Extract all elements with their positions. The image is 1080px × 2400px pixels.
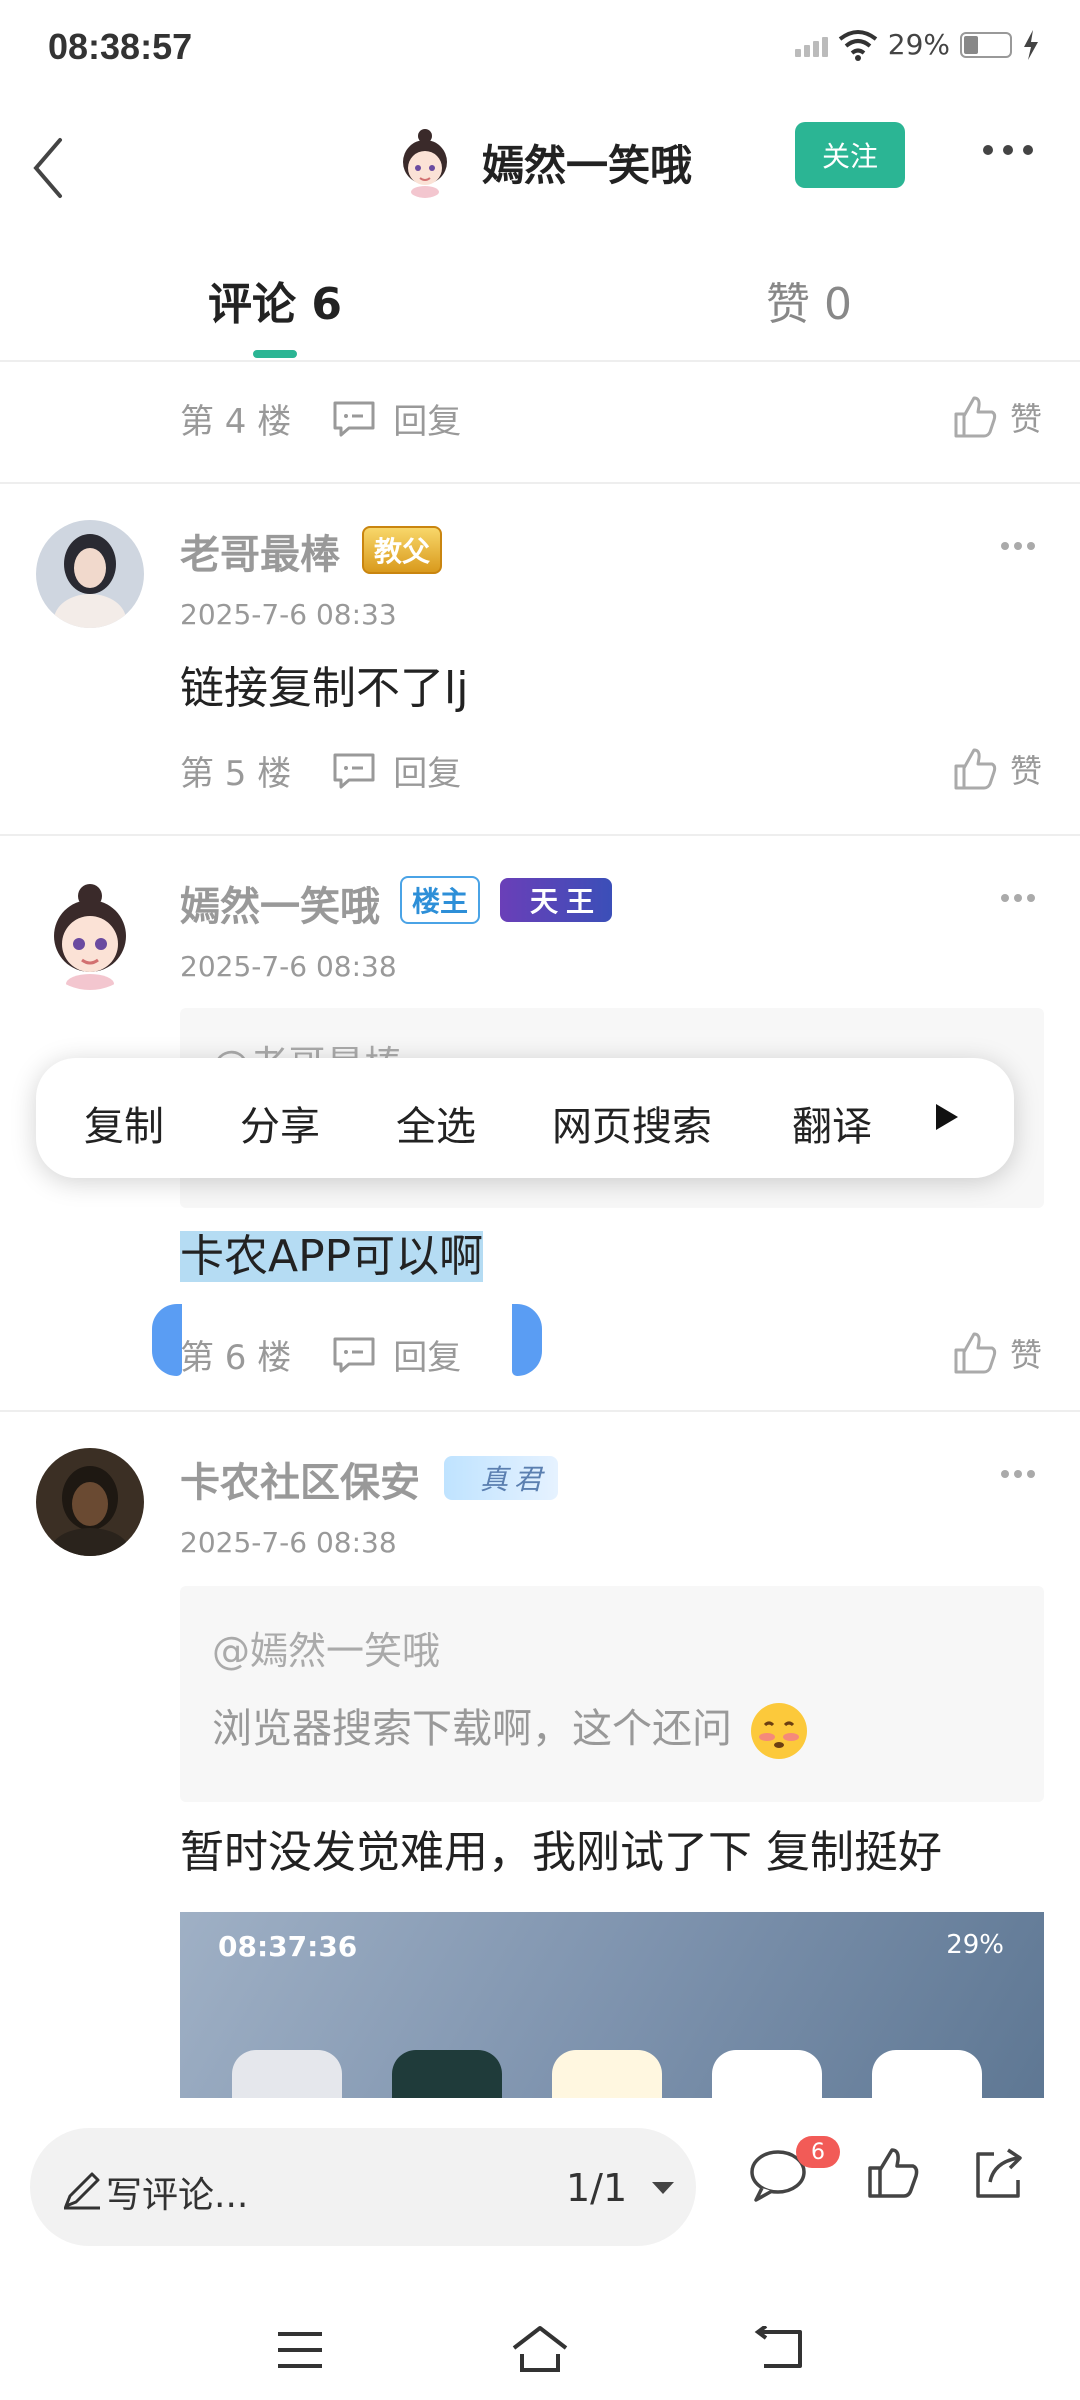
- floor-row: 第 5 楼 回复: [180, 746, 461, 795]
- thumbs-up-icon: [954, 748, 997, 790]
- username[interactable]: 老哥最棒: [180, 522, 340, 580]
- preview-status: 29%: [946, 1930, 1004, 1960]
- floor-label: 第 4 楼: [180, 402, 292, 442]
- comment-count-badge: 6: [796, 2136, 840, 2168]
- page-title: 嫣然一笑哦: [482, 141, 693, 190]
- username[interactable]: 卡农社区保安: [180, 1450, 420, 1508]
- floor-label: 第 6 楼: [180, 1338, 292, 1378]
- tab-comments[interactable]: 评论 6: [208, 268, 342, 332]
- battery-percent: 29%: [887, 28, 950, 61]
- home-icon[interactable]: [510, 2324, 570, 2374]
- app-icon: [552, 2050, 662, 2102]
- wifi-icon: [838, 29, 877, 61]
- charging-icon: [1024, 29, 1038, 60]
- selected-text[interactable]: 卡农APP可以啊: [180, 1231, 484, 1282]
- preview-time: 08:37:36: [218, 1930, 358, 1963]
- menu-copy[interactable]: 复制: [84, 1094, 164, 1152]
- reply-icon[interactable]: [331, 1336, 377, 1374]
- signal-icon: [794, 33, 828, 57]
- floor-label: 第 5 楼: [180, 754, 292, 794]
- reply-button[interactable]: 回复: [393, 394, 461, 443]
- comment-placeholder: 写评论...: [106, 2175, 249, 2216]
- rank-badge: 真君: [444, 1456, 559, 1500]
- comment-time: 2025-7-6 08:38: [180, 950, 397, 983]
- floor-row: 第 4 楼 回复: [180, 394, 461, 443]
- like-button[interactable]: 赞: [952, 746, 1042, 792]
- avatar[interactable]: [36, 520, 144, 628]
- chevron-down-icon[interactable]: [650, 2180, 676, 2196]
- avatar[interactable]: [36, 882, 144, 990]
- back-icon[interactable]: [754, 2326, 806, 2372]
- reply-button[interactable]: 回复: [393, 1330, 461, 1379]
- tab-likes[interactable]: 赞 0: [766, 268, 852, 332]
- thumbs-up-icon[interactable]: [866, 2146, 920, 2200]
- back-arrow-icon[interactable]: [28, 128, 68, 208]
- app-icon: [232, 2050, 342, 2102]
- rank-badge: 教父: [362, 526, 443, 574]
- quoted-comment: @嫣然一笑哦 浏览器搜索下载啊，这个还问: [180, 1586, 1044, 1802]
- menu-select-all[interactable]: 全选: [396, 1094, 476, 1152]
- status-bar: 08:38:57 29%: [0, 0, 1080, 100]
- thumbs-up-icon: [954, 396, 997, 438]
- comment-image[interactable]: 08:37:36 29%: [180, 1912, 1044, 2102]
- menu-share[interactable]: 分享: [240, 1094, 320, 1152]
- comment-text: 暂时没发觉难用，我刚试了下 复制挺好: [180, 1827, 942, 1878]
- like-label: 赞: [1009, 400, 1042, 438]
- page-indicator[interactable]: 1/1: [566, 2166, 627, 2210]
- menu-translate[interactable]: 翻译: [792, 1094, 872, 1152]
- avatar[interactable]: [36, 1448, 144, 1556]
- quote-username: @嫣然一笑哦: [212, 1629, 441, 1673]
- active-tab-indicator: [253, 350, 297, 358]
- text-selection-menu: 复制 分享 全选 网页搜索 翻译: [36, 1058, 1014, 1178]
- comment-text: 链接复制不了lj: [180, 663, 469, 714]
- share-icon[interactable]: [970, 2146, 1026, 2202]
- like-label: 赞: [1009, 752, 1042, 790]
- status-time: 08:38:57: [48, 26, 193, 67]
- reply-icon[interactable]: [331, 752, 377, 790]
- comment-more-icon[interactable]: [1000, 1468, 1036, 1480]
- comment-time: 2025-7-6 08:38: [180, 1526, 397, 1559]
- comment-time: 2025-7-6 08:33: [180, 598, 397, 631]
- thumbs-up-icon: [954, 1332, 997, 1374]
- comment-input[interactable]: 写评论... 1/1: [30, 2128, 696, 2246]
- menu-web-search[interactable]: 网页搜索: [552, 1094, 712, 1152]
- menu-next-arrow-icon[interactable]: [934, 1102, 960, 1132]
- follow-button[interactable]: 关注: [795, 122, 905, 188]
- more-options-icon[interactable]: [980, 140, 1036, 160]
- comment-text: 卡农APP可以啊: [180, 1220, 484, 1284]
- username[interactable]: 嫣然一笑哦: [180, 874, 380, 932]
- author-avatar[interactable]: [396, 128, 454, 198]
- owner-badge: 楼主: [400, 876, 481, 924]
- app-icon: [392, 2050, 502, 2102]
- like-button[interactable]: 赞: [952, 1330, 1042, 1376]
- menu-icon[interactable]: [276, 2330, 324, 2370]
- comment-more-icon[interactable]: [1000, 540, 1036, 552]
- flushed-emoji-icon: [750, 1703, 807, 1759]
- bottom-action-bar: 写评论... 1/1 6: [0, 2098, 1080, 2318]
- rank-badge: 天王: [500, 878, 613, 922]
- pencil-icon: [64, 2172, 100, 2210]
- system-nav-bar: [0, 2300, 1080, 2400]
- comment-more-icon[interactable]: [1000, 892, 1036, 904]
- selection-handle-end[interactable]: [512, 1304, 542, 1376]
- quote-text-content: 浏览器搜索下载啊，这个还问: [212, 1706, 732, 1752]
- reply-icon[interactable]: [331, 400, 377, 438]
- quote-text: 浏览器搜索下载啊，这个还问: [212, 1696, 809, 1761]
- reply-button[interactable]: 回复: [393, 746, 461, 795]
- comment-floor-4: 第 4 楼 回复 赞: [0, 362, 1080, 482]
- like-label: 赞: [1009, 1336, 1042, 1374]
- app-icon: [712, 2050, 822, 2102]
- tab-bar: 评论 6 赞 0: [0, 250, 1080, 362]
- battery-icon: [960, 31, 1012, 58]
- app-icon: [872, 2050, 982, 2102]
- floor-row: 第 6 楼 回复: [180, 1330, 461, 1379]
- title-bar: 嫣然一笑哦 关注: [0, 110, 1080, 250]
- like-button[interactable]: 赞: [952, 394, 1042, 440]
- comment-item: 老哥最棒 教父 2025-7-6 08:33 链接复制不了lj 第 5 楼 回复…: [0, 484, 1080, 834]
- selection-handle-start[interactable]: [152, 1304, 182, 1376]
- status-icons: 29%: [794, 28, 1040, 61]
